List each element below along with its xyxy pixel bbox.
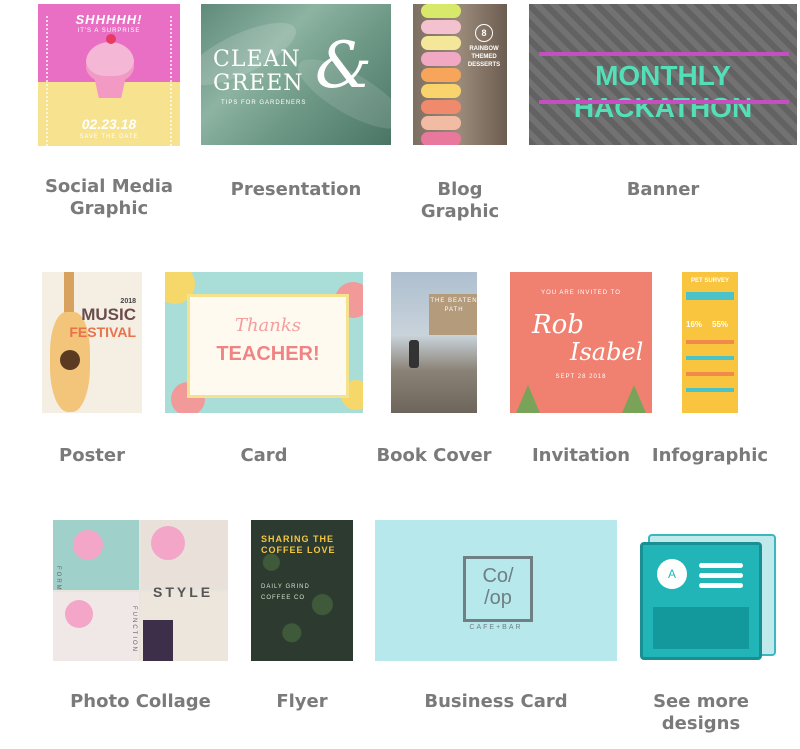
thumb-tag: CAFE+BAR xyxy=(469,624,523,631)
thumb-v2: FUNCTION xyxy=(131,606,137,653)
flyer-thumbnail[interactable]: SHARING THE COFFEE LOVE DAILY GRIND COFF… xyxy=(251,520,353,661)
thumb-subtitle: IT'S A SURPRISE xyxy=(77,28,141,34)
banner-label: Banner xyxy=(626,179,700,200)
thumb-pct1: 16% xyxy=(686,320,703,329)
thumb-head: SHARING THE COFFEE LOVE xyxy=(261,534,336,555)
photo-collage-thumbnail[interactable]: STYLE FORM FUNCTION xyxy=(53,520,228,661)
invitation-label: Invitation xyxy=(531,445,631,466)
poster-label: Poster xyxy=(59,445,125,466)
tile-poster[interactable]: 2018 MUSIC FESTIVAL Poster xyxy=(42,272,142,472)
thumb-subtitle: TIPS FOR GARDENERS xyxy=(221,100,307,106)
thumb-ampersand: & xyxy=(315,29,372,103)
tile-flyer[interactable]: SHARING THE COFFEE LOVE DAILY GRIND COFF… xyxy=(251,520,353,720)
thumb-v1: FORM xyxy=(55,566,61,592)
thumb-title: SHHHHH! xyxy=(75,12,143,27)
thumb-name2: Isabel xyxy=(570,338,644,366)
social-media-thumbnail[interactable]: SHHHHH! IT'S A SURPRISE 02.23.18 SAVE TH… xyxy=(38,4,180,146)
thumb-body: DAILY GRIND COFFEE CO xyxy=(261,584,310,601)
tile-business-card[interactable]: Co/ /op CAFE+BAR Business Card xyxy=(375,520,617,720)
thumb-text: THE BEATEN PATH xyxy=(429,294,477,335)
thumb-text: RAINBOW THEMED DESSERTS xyxy=(467,46,501,68)
thumb-logo-line1: Co/ xyxy=(482,565,514,587)
thumb-line1: MUSIC xyxy=(81,305,136,324)
tile-see-more-designs[interactable]: A See more designs xyxy=(640,530,776,740)
tile-banner[interactable]: MONTHLY HACKATHON Banner xyxy=(529,4,797,224)
see-more-designs-label: See more designs xyxy=(653,691,749,734)
tile-photo-collage[interactable]: STYLE FORM FUNCTION Photo Collage xyxy=(53,520,228,720)
blog-graphic-label: Blog Graphic xyxy=(420,179,500,222)
thumb-title-line1: CLEAN xyxy=(213,47,301,72)
presentation-label: Presentation xyxy=(230,179,362,200)
thumb-logo-line2: /op xyxy=(484,587,512,609)
thumb-date-sub: SAVE THE DATE xyxy=(79,134,139,140)
tile-presentation[interactable]: CLEAN GREEN & TIPS FOR GARDENERS Present… xyxy=(201,4,391,224)
thumb-line2: FESTIVAL xyxy=(69,324,136,340)
tile-blog-graphic[interactable]: 8 RAINBOW THEMED DESSERTS Blog Graphic xyxy=(413,4,507,234)
business-card-label: Business Card xyxy=(424,691,568,712)
thumb-name1: Rob xyxy=(532,310,584,340)
thumb-date: 02.23.18 xyxy=(81,116,137,132)
stacked-designs-icon[interactable]: A xyxy=(640,530,776,660)
infographic-thumbnail[interactable]: PET SURVEY 16% 55% xyxy=(682,272,738,413)
avatar-icon: A xyxy=(657,559,687,589)
thumb-line1: Thanks xyxy=(234,315,302,336)
social-media-graphic-label: Social Media Graphic xyxy=(44,176,174,219)
business-card-thumbnail[interactable]: Co/ /op CAFE+BAR xyxy=(375,520,617,661)
card-thumbnail[interactable]: Thanks TEACHER! xyxy=(165,272,363,413)
tile-invitation[interactable]: YOU ARE INVITED TO Rob Isabel SEPT 28 20… xyxy=(510,272,652,472)
tile-card[interactable]: Thanks TEACHER! Card xyxy=(165,272,363,472)
blog-graphic-thumbnail[interactable]: 8 RAINBOW THEMED DESSERTS xyxy=(413,4,507,145)
card-label: Card xyxy=(240,445,288,466)
thumb-small: YOU ARE INVITED TO xyxy=(541,290,621,296)
invitation-thumbnail[interactable]: YOU ARE INVITED TO Rob Isabel SEPT 28 20… xyxy=(510,272,652,413)
banner-thumbnail[interactable]: MONTHLY HACKATHON xyxy=(529,4,797,145)
thumb-number: 8 xyxy=(475,24,493,42)
flyer-label: Flyer xyxy=(276,691,328,712)
book-cover-label: Book Cover xyxy=(376,445,492,466)
poster-thumbnail[interactable]: 2018 MUSIC FESTIVAL xyxy=(42,272,142,413)
thumb-text: MONTHLY HACKATHON xyxy=(573,60,753,123)
thumb-title-line2: GREEN xyxy=(213,71,304,96)
thumb-date: SEPT 28 2018 xyxy=(555,374,607,380)
photo-collage-label: Photo Collage xyxy=(70,691,211,712)
tile-book-cover[interactable]: THE BEATEN PATH Book Cover xyxy=(376,272,492,472)
thumb-line2: TEACHER! xyxy=(216,343,320,365)
book-cover-thumbnail[interactable]: THE BEATEN PATH xyxy=(391,272,477,413)
thumb-word: STYLE xyxy=(153,584,214,600)
thumb-year: 2018 xyxy=(120,298,136,305)
hiker-image xyxy=(409,340,419,368)
presentation-thumbnail[interactable]: CLEAN GREEN & TIPS FOR GARDENERS xyxy=(201,4,391,145)
thumb-title: PET SURVEY xyxy=(691,278,729,284)
tile-social-media-graphic[interactable]: SHHHHH! IT'S A SURPRISE 02.23.18 SAVE TH… xyxy=(38,4,180,234)
infographic-label: Infographic xyxy=(651,445,769,466)
tile-infographic[interactable]: PET SURVEY 16% 55% Infographic xyxy=(652,272,768,472)
thumb-pct2: 55% xyxy=(712,320,729,329)
